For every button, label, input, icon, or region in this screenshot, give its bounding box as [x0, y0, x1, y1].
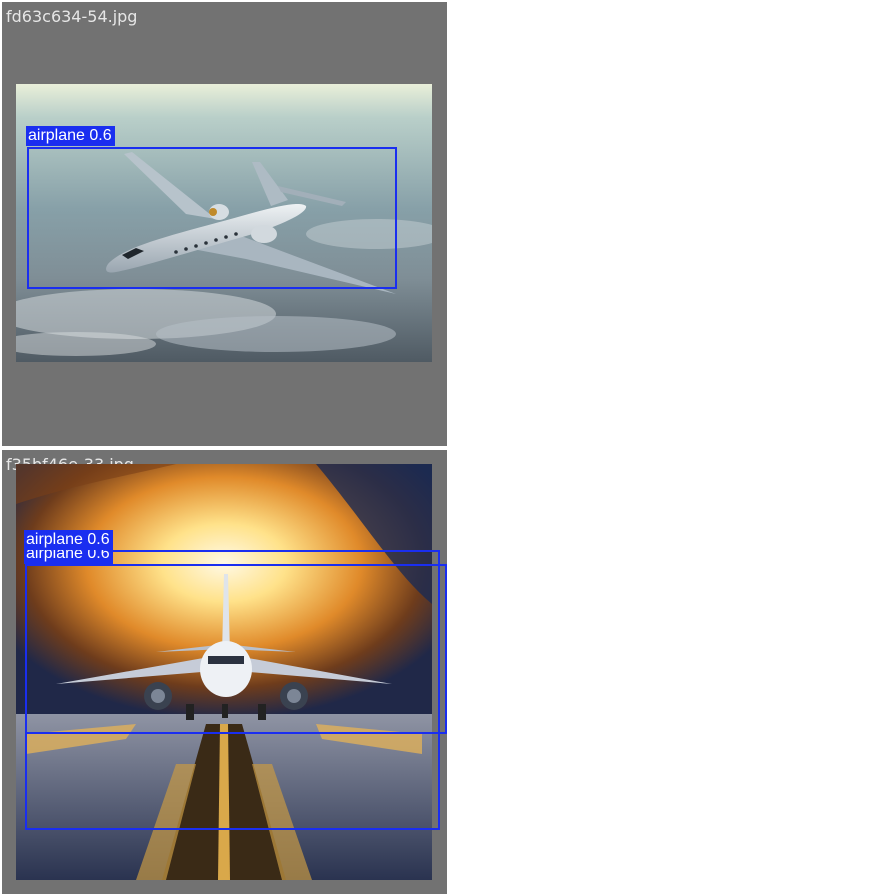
detection-label: airplane 0.6	[24, 530, 113, 550]
detection-box	[25, 564, 447, 734]
detection-box	[27, 147, 397, 289]
result-tile-1: fd63c634-54.jpg airplane 0.6	[2, 2, 447, 446]
tile-filename: fd63c634-54.jpg	[6, 7, 138, 26]
detection-label: airplane 0.6	[26, 126, 115, 146]
result-tile-2: f35bf46e-33.jpg	[2, 450, 447, 894]
